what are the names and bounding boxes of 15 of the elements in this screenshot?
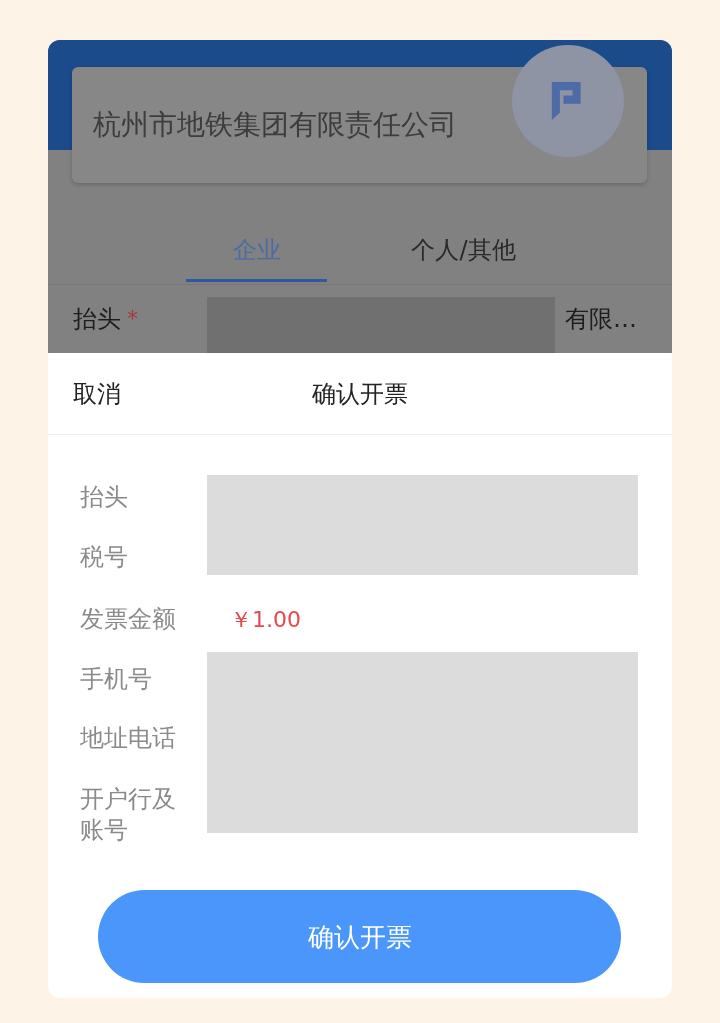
field-label: 地址电话 xyxy=(80,723,177,754)
field-label: 抬头 xyxy=(80,482,129,513)
amount-value: ￥1.00 xyxy=(230,606,301,634)
sheet-title: 确认开票 xyxy=(312,378,408,409)
company-name: 杭州市地铁集团有限责任公司 xyxy=(93,107,457,143)
required-mark: * xyxy=(127,306,138,332)
field-label: 税号 xyxy=(80,542,129,573)
field-label: 发票金额 xyxy=(80,604,177,635)
field-label: 抬头 xyxy=(73,304,121,334)
field-label: 手机号 xyxy=(80,664,153,695)
confirm-invoice-button[interactable]: 确认开票 xyxy=(98,890,621,983)
field-value: 有限… xyxy=(565,304,637,334)
tab[interactable]: 个人/其他 xyxy=(393,221,534,282)
cancel-button[interactable]: 取消 xyxy=(73,378,121,409)
field-label: 开户行及账号 xyxy=(80,784,177,846)
